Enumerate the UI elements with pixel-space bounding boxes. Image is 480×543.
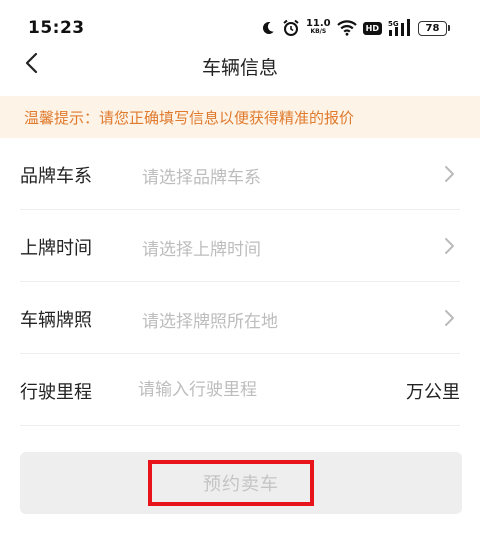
alarm-icon bbox=[282, 19, 300, 37]
tip-text: 温馨提示：请您正确填写信息以便获得精准的报价 bbox=[24, 109, 355, 127]
brand-series-placeholder: 请选择品牌车系 bbox=[142, 168, 261, 188]
status-icons: 11.0 KB/S HD 5G 78 bbox=[260, 17, 450, 39]
nav-bar: 车辆信息 bbox=[0, 40, 480, 92]
moon-icon bbox=[260, 20, 276, 36]
chevron-right-icon bbox=[442, 308, 456, 328]
status-time: 15:23 bbox=[28, 18, 85, 38]
battery-icon: 78 bbox=[418, 20, 450, 36]
license-plate-label: 车辆牌照 bbox=[20, 310, 92, 331]
wifi-icon bbox=[336, 20, 357, 36]
registration-date-label: 上牌时间 bbox=[20, 238, 92, 259]
brand-series-label: 品牌车系 bbox=[20, 166, 92, 187]
network-speed: 11.0 KB/S bbox=[305, 18, 331, 36]
battery-level: 78 bbox=[418, 20, 447, 36]
license-plate-row[interactable]: 车辆牌照 请选择牌照所在地 bbox=[20, 282, 460, 354]
chevron-right-icon bbox=[442, 164, 456, 184]
registration-date-placeholder: 请选择上牌时间 bbox=[142, 240, 261, 260]
hd-voice-badge: HD bbox=[362, 21, 382, 35]
license-plate-placeholder: 请选择牌照所在地 bbox=[142, 312, 278, 332]
mileage-unit: 万公里 bbox=[406, 382, 460, 403]
tip-banner: 温馨提示：请您正确填写信息以便获得精准的报价 bbox=[0, 96, 480, 138]
vehicle-info-form: 品牌车系 请选择品牌车系 上牌时间 请选择上牌时间 车辆牌照 请选择牌照所在地 … bbox=[0, 138, 480, 426]
registration-date-row[interactable]: 上牌时间 请选择上牌时间 bbox=[20, 210, 460, 282]
chevron-right-icon bbox=[442, 236, 456, 256]
signal-icon: 5G bbox=[388, 19, 412, 37]
mileage-row: 行驶里程 万公里 bbox=[20, 354, 460, 426]
mileage-input[interactable] bbox=[138, 375, 388, 405]
highlight-annotation bbox=[148, 460, 314, 506]
brand-series-row[interactable]: 品牌车系 请选择品牌车系 bbox=[20, 138, 460, 210]
mileage-label: 行驶里程 bbox=[20, 382, 92, 403]
page-title: 车辆信息 bbox=[201, 57, 278, 79]
signal-label: 5G bbox=[388, 20, 399, 28]
